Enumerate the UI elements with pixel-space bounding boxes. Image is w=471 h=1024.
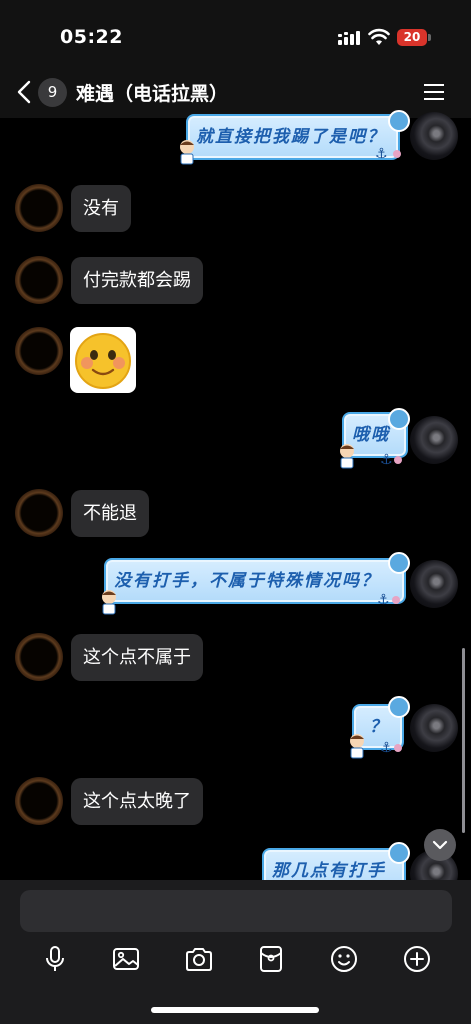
contact-avatar[interactable] — [15, 633, 63, 681]
battery-cap — [428, 34, 431, 41]
flower-dot-icon — [394, 456, 402, 464]
anchor-badge-icon — [388, 696, 410, 718]
anchor-icon: ⚓ — [375, 146, 388, 162]
red-packet-icon[interactable] — [256, 944, 286, 974]
unread-count-badge[interactable]: 9 — [38, 78, 67, 107]
image-icon[interactable] — [111, 944, 141, 974]
anchor-icon: ⚓ — [380, 740, 393, 756]
message-bubble-received[interactable]: 付完款都会踢 — [71, 257, 203, 304]
my-avatar[interactable] — [410, 704, 458, 752]
contact-avatar[interactable] — [15, 489, 63, 537]
message-text: 就直接把我踢了是吧？ — [196, 127, 386, 147]
chat-title: 难遇（电话拉黑） — [76, 83, 229, 105]
plus-icon[interactable] — [402, 944, 432, 974]
message-bubble-received[interactable]: 没有 — [71, 185, 131, 232]
wifi-icon — [368, 28, 390, 45]
message-bubble-sent[interactable]: 没有打手，不属于特殊情况吗？ — [104, 558, 406, 604]
anchor-badge-icon — [388, 842, 410, 864]
message-row-sent: 哦哦 ⚓ — [330, 408, 465, 476]
message-row-sent: 没有打手，不属于特殊情况吗？ ⚓ — [92, 552, 465, 620]
scrollbar-thumb[interactable] — [462, 648, 465, 833]
anchor-badge-icon — [388, 552, 410, 574]
contact-avatar[interactable] — [15, 777, 63, 825]
contact-avatar[interactable] — [15, 327, 63, 375]
message-bubble-sent[interactable]: 就直接把我踢了是吧？ — [186, 114, 400, 160]
sailor-kid-decoration-icon — [340, 444, 354, 469]
message-text: ？ — [369, 717, 387, 737]
scroll-to-bottom-button[interactable] — [424, 829, 456, 861]
anchor-icon: ⚓ — [380, 452, 393, 468]
flower-dot-icon — [393, 150, 401, 158]
sailor-kid-decoration-icon — [180, 140, 194, 165]
anchor-badge-icon — [388, 408, 410, 430]
battery-indicator: 20 — [397, 29, 427, 46]
message-bubble-received[interactable]: 不能退 — [71, 490, 149, 537]
message-row-sent: 就直接把我踢了是吧？ ⚓ — [170, 110, 465, 174]
menu-icon[interactable] — [423, 82, 445, 102]
contact-avatar[interactable] — [15, 184, 63, 232]
sailor-kid-decoration-icon — [102, 590, 116, 615]
anchor-icon: ⚓ — [377, 592, 390, 608]
microphone-icon[interactable] — [40, 944, 70, 974]
message-bubble-sent[interactable]: 那几点有打手 — [262, 848, 406, 880]
my-avatar[interactable] — [410, 416, 458, 464]
flower-dot-icon — [394, 744, 402, 752]
camera-icon[interactable] — [184, 944, 214, 974]
cellular-signal-icon — [338, 31, 360, 45]
home-indicator — [151, 1007, 319, 1013]
chevron-down-icon — [432, 840, 448, 850]
emoji-icon[interactable] — [329, 944, 359, 974]
my-avatar[interactable] — [410, 560, 458, 608]
anchor-badge-icon — [388, 110, 410, 132]
message-input[interactable] — [20, 890, 452, 932]
flower-dot-icon — [392, 596, 400, 604]
message-text: 那几点有打手 — [272, 861, 386, 880]
message-row-sent: ？ ⚓ — [340, 694, 465, 766]
message-bubble-received[interactable]: 这个点不属于 — [71, 634, 203, 681]
message-text: 没有打手，不属于特殊情况吗？ — [114, 571, 380, 591]
back-chevron-icon[interactable] — [14, 79, 34, 105]
status-time: 05:22 — [60, 26, 123, 48]
my-avatar[interactable] — [410, 112, 458, 160]
contact-avatar[interactable] — [15, 256, 63, 304]
sailor-kid-decoration-icon — [350, 734, 364, 759]
sticker-image[interactable] — [70, 327, 136, 393]
message-bubble-received[interactable]: 这个点太晚了 — [71, 778, 203, 825]
blushing-smiley-emoji-icon — [75, 333, 131, 389]
